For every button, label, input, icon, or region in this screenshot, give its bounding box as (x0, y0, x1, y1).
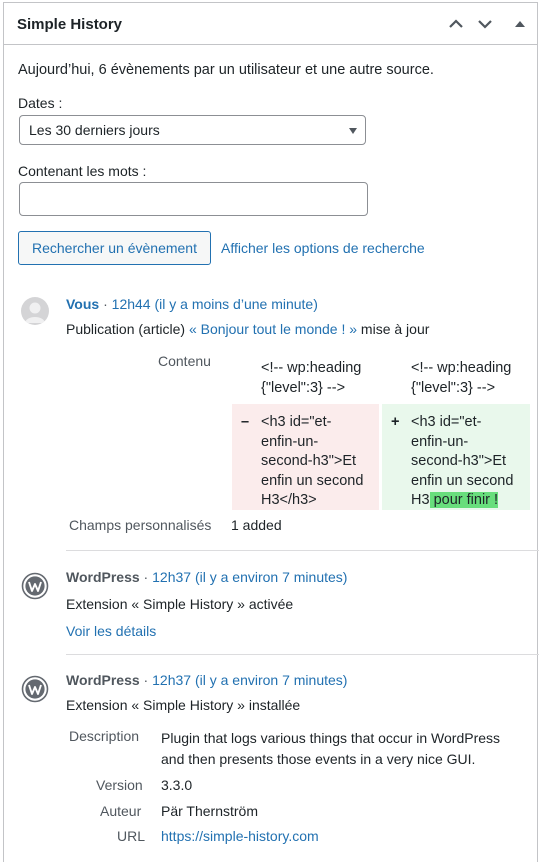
move-up-button[interactable] (445, 13, 467, 35)
wordpress-avatar (21, 572, 49, 600)
event-1-header: Vous · 12h44 (il y a moins d’une minute) (66, 296, 318, 312)
diff-new-line: enfin un second (411, 472, 514, 489)
widget-title: Simple History (17, 16, 123, 33)
event-1-message-post: mise à jour (357, 321, 430, 337)
diff-new-line-last: H3 pour finir ! (411, 491, 513, 511)
events-summary: Aujourd’hui, 6 évènements par un utilisa… (18, 62, 434, 78)
custom-fields-label: Champs personnalisés (69, 517, 212, 533)
event-1-time[interactable]: 12h44 (il y a moins d’une minute) (112, 296, 318, 312)
event-3-time[interactable]: 12h37 (il y a environ 7 minutes) (152, 672, 347, 688)
plugin-url-link[interactable]: https://simple-history.com (161, 828, 319, 844)
diff-old-line: <h3 id="et- (261, 414, 332, 430)
move-down-button[interactable] (474, 13, 496, 35)
wordpress-logo-icon (21, 675, 49, 703)
diff-new-context-line: {"level":3} --> (411, 379, 496, 396)
diff-new-lines: <h3 id="et- enfin-un- second-h3">Et enfi… (411, 413, 513, 511)
view-details-link[interactable]: Voir les détails (66, 623, 156, 639)
diff-highlight-added: pour finir ! (429, 492, 499, 508)
description-label: Description (69, 728, 140, 744)
select-caret-icon (349, 128, 357, 134)
diff-old-line: enfin un second (261, 472, 364, 489)
chevron-up-icon (449, 19, 463, 28)
words-label: Contenant les mots : (18, 163, 147, 179)
diff-old-line: enfin-un- (261, 433, 319, 450)
event-2-initiator: WordPress (66, 569, 140, 585)
custom-fields-value: 1 added (231, 517, 282, 533)
description-value: Plugin that logs various things that occ… (161, 728, 500, 770)
event-2-header: WordPress · 12h37 (il y a environ 7 minu… (66, 569, 347, 585)
chevron-down-icon (478, 20, 492, 29)
diff-new-line: enfin-un- (411, 433, 469, 450)
dates-select-value: Les 30 derniers jours (29, 122, 160, 138)
event-divider (66, 654, 539, 655)
diff-old-line: H3</h3> (261, 492, 317, 508)
diff-new-last-text: H3 (411, 492, 430, 508)
dates-label: Dates : (18, 95, 63, 111)
diff-del-marker: – (241, 414, 250, 430)
event-1-initiator[interactable]: Vous (66, 296, 99, 312)
event-1-message-pre: Publication (article) (66, 321, 189, 337)
version-value: 3.3.0 (161, 777, 193, 793)
diff-old-context: <!-- wp:heading {"level":3} --> (261, 359, 361, 398)
triangle-up-icon (515, 21, 525, 27)
event-1-message: Publication (article) « Bonjour tout le … (66, 321, 429, 337)
diff-old-lines: <h3 id="et- enfin-un- second-h3">Et enfi… (261, 413, 363, 511)
description-line: Plugin that logs various things that occ… (161, 730, 501, 746)
simple-history-widget: Simple History Aujourd’hui, 6 évènements… (3, 2, 539, 862)
author-value: Pär Thernström (161, 803, 258, 819)
event-divider (66, 550, 539, 551)
event-1-post-link[interactable]: « Bonjour tout le monde ! » (189, 321, 357, 337)
widget-header: Simple History (4, 3, 537, 45)
search-options-link[interactable]: Afficher les options de recherche (221, 240, 425, 256)
diff-new-line: second-h3">Et (411, 453, 507, 469)
event-3-initiator: WordPress (66, 672, 140, 688)
event-2-separator: · (139, 569, 153, 585)
words-input[interactable] (19, 182, 368, 216)
event-1-separator: · (99, 296, 112, 312)
diff-ins-marker: + (391, 414, 400, 430)
event-2-time[interactable]: 12h37 (il y a environ 7 minutes) (152, 569, 347, 585)
diff-label: Contenu (158, 353, 211, 369)
user-avatar (21, 297, 49, 325)
event-3-message: Extension « Simple History » installée (66, 697, 301, 713)
dates-select[interactable]: Les 30 derniers jours (19, 115, 366, 145)
search-events-button[interactable]: Rechercher un évènement (18, 231, 211, 265)
event-3-header: WordPress · 12h37 (il y a environ 7 minu… (66, 672, 347, 688)
user-silhouette-icon (25, 302, 45, 323)
wordpress-avatar (21, 675, 49, 703)
diff-old-context-line: {"level":3} --> (261, 379, 346, 396)
event-2-message: Extension « Simple History » activée (66, 596, 294, 612)
diff-old-line: second-h3">Et (261, 453, 357, 469)
toggle-panel-button[interactable] (509, 13, 531, 35)
diff-old-context-line: <!-- wp:heading (261, 360, 362, 376)
event-3-separator: · (139, 672, 153, 688)
author-label: Auteur (100, 803, 142, 819)
diff-new-context: <!-- wp:heading {"level":3} --> (411, 359, 511, 398)
url-label: URL (117, 828, 146, 844)
diff-new-context-line: <!-- wp:heading (411, 360, 512, 376)
wordpress-logo-icon (21, 572, 49, 600)
version-label: Version (96, 777, 143, 793)
description-line: and then presents those events in a very… (161, 751, 476, 767)
diff-new-line: <h3 id="et- (411, 414, 482, 430)
